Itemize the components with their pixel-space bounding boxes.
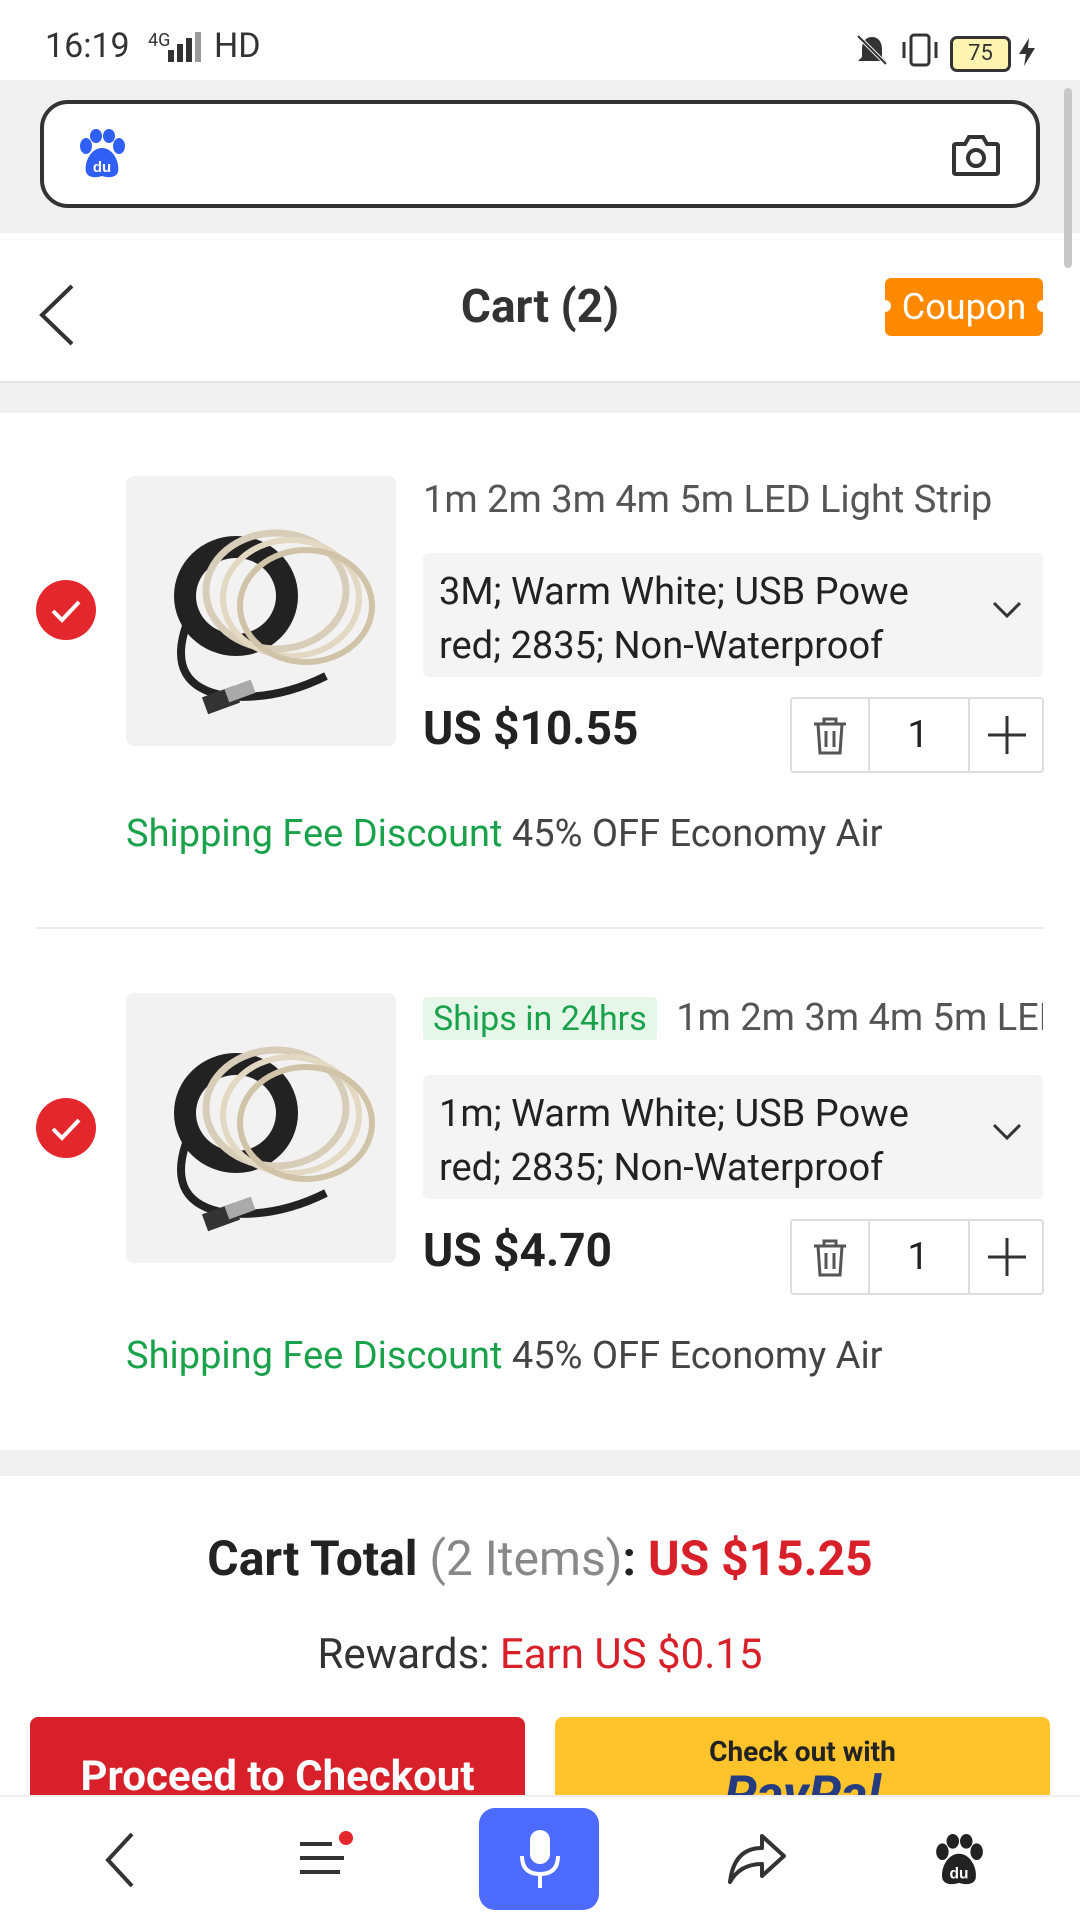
shipping-discount: Shipping Fee Discount 45% OFF Economy Ai…	[126, 812, 883, 856]
scrollbar[interactable]	[1064, 88, 1072, 268]
svg-text:du: du	[93, 159, 111, 176]
product-thumbnail[interactable]	[126, 993, 396, 1263]
baidu-paw-icon[interactable]: du	[932, 1832, 986, 1888]
product-name-row[interactable]: Ships in 24hrs 1m 2m 3m 4m 5m LED Light …	[423, 996, 1043, 1040]
item-checkbox[interactable]	[36, 1098, 96, 1158]
variant-selector[interactable]: 3M; Warm White; USB Powe red; 2835; Non-…	[423, 553, 1043, 677]
coupon-button[interactable]: Coupon	[879, 278, 1049, 336]
product-name[interactable]: 1m 2m 3m 4m 5m LED Light Strip	[423, 478, 1043, 522]
charging-icon	[1019, 38, 1035, 66]
product-price: US $4.70	[423, 1224, 612, 1278]
shipping-discount-label: Shipping Fee Discount	[126, 1334, 503, 1378]
plus-icon	[988, 716, 1026, 754]
chevron-down-icon	[992, 1123, 1022, 1141]
camera-icon[interactable]	[950, 132, 1002, 178]
delete-button[interactable]	[792, 699, 870, 771]
quantity-stepper: 1	[790, 697, 1044, 773]
baidu-paw-icon: du	[80, 129, 125, 178]
item-checkbox[interactable]	[36, 580, 96, 640]
shipping-discount-text: 45% OFF Economy Air	[511, 812, 883, 856]
trash-icon	[814, 717, 846, 755]
product-name: 1m 2m 3m 4m 5m LED Light Strip	[676, 996, 1043, 1040]
status-bar: 16:19 4G HD 75	[0, 0, 1080, 80]
hd-indicator: HD	[214, 26, 261, 66]
plus-icon	[988, 1238, 1026, 1276]
checkmark-icon	[51, 1118, 81, 1141]
shipping-discount: Shipping Fee Discount 45% OFF Economy Ai…	[126, 1334, 883, 1378]
menu-icon[interactable]	[296, 1828, 356, 1888]
variant-text: 3M; Warm White; USB Powe red; 2835; Non-…	[439, 570, 909, 668]
battery-indicator: 75	[950, 36, 1011, 72]
rewards: Rewards: Earn US $0.15	[0, 1630, 1080, 1679]
led-strip-image	[174, 529, 375, 715]
signal-icon	[168, 32, 201, 62]
mute-bell-icon	[856, 34, 888, 66]
shipping-discount-label: Shipping Fee Discount	[126, 812, 503, 856]
section-separator	[0, 383, 1080, 413]
cart-item-count: (2 Items)	[429, 1530, 623, 1587]
ships-24hrs-badge: Ships in 24hrs	[423, 997, 657, 1040]
quantity-value[interactable]: 1	[868, 1221, 968, 1293]
svg-text:du: du	[949, 1866, 968, 1883]
quantity-stepper: 1	[790, 1219, 1044, 1295]
vibrate-icon	[902, 33, 938, 67]
shipping-discount-text: 45% OFF Economy Air	[511, 1334, 883, 1378]
section-separator	[0, 1450, 1080, 1476]
quantity-value[interactable]: 1	[868, 699, 968, 771]
rewards-value: Earn US $0.15	[499, 1630, 763, 1679]
delete-button[interactable]	[792, 1221, 870, 1293]
trash-icon	[814, 1239, 846, 1277]
item-divider	[36, 927, 1044, 929]
product-thumbnail[interactable]	[126, 476, 396, 746]
mic-icon	[520, 1830, 560, 1888]
voice-search-button[interactable]	[479, 1808, 599, 1910]
status-time: 16:19	[45, 26, 130, 66]
rewards-label: Rewards:	[317, 1630, 490, 1679]
cart-total: Cart Total (2 Items): US $15.25	[0, 1530, 1080, 1587]
chevron-down-icon	[992, 601, 1022, 619]
cart-total-label: Cart Total	[207, 1530, 418, 1587]
increase-quantity-button[interactable]	[968, 699, 1044, 771]
cart-total-colon: :	[622, 1530, 637, 1587]
variant-selector[interactable]: 1m; Warm White; USB Powe red; 2835; Non-…	[423, 1075, 1043, 1199]
product-price: US $10.55	[423, 702, 639, 756]
search-input[interactable]: du	[40, 100, 1040, 208]
increase-quantity-button[interactable]	[968, 1221, 1044, 1293]
checkmark-icon	[51, 600, 81, 623]
back-arrow-icon[interactable]	[100, 1830, 140, 1890]
cart-total-amount: US $15.25	[647, 1530, 873, 1587]
share-icon[interactable]	[726, 1832, 788, 1886]
led-strip-image	[174, 1046, 375, 1232]
variant-text: 1m; Warm White; USB Powe red; 2835; Non-…	[439, 1092, 909, 1190]
